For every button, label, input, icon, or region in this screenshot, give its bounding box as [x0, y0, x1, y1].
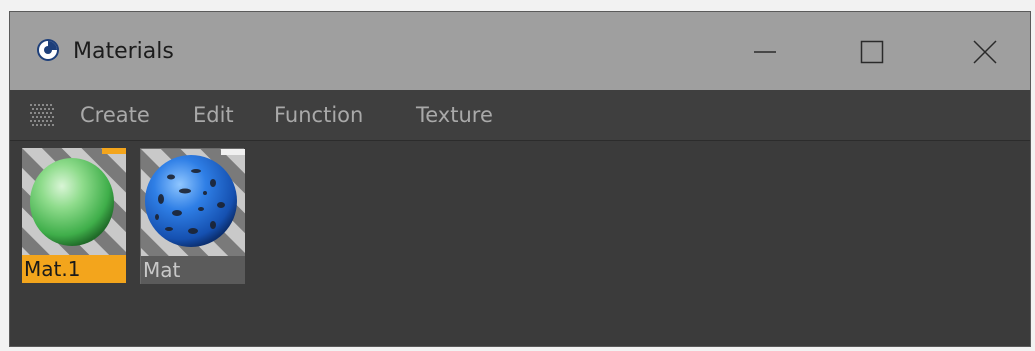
- material-item-mat[interactable]: Mat: [140, 148, 245, 284]
- material-manager-panel[interactable]: Mat.1 Mat: [10, 141, 1030, 346]
- material-item-mat1[interactable]: Mat.1: [22, 148, 126, 284]
- menu-function[interactable]: Function: [274, 102, 363, 128]
- menu-texture[interactable]: Texture: [416, 102, 493, 128]
- title-bar[interactable]: Materials: [10, 12, 1030, 90]
- menu-create[interactable]: Create: [80, 102, 150, 128]
- materials-window: Materials Create Edit Function Texture M…: [9, 11, 1031, 347]
- menu-bar: Create Edit Function Texture: [10, 90, 1030, 141]
- maximize-button[interactable]: [852, 32, 892, 72]
- material-preview-thumbnail: [22, 148, 126, 256]
- maximize-icon: [860, 40, 884, 64]
- minimize-icon: [754, 51, 776, 53]
- window-title: Materials: [73, 39, 174, 64]
- material-name-label: Mat.1: [22, 255, 126, 283]
- close-button[interactable]: [965, 32, 1005, 72]
- minimize-button[interactable]: [745, 32, 785, 72]
- grip-icon[interactable]: [30, 104, 54, 126]
- close-icon: [973, 40, 997, 64]
- cinema4d-icon: [37, 39, 59, 61]
- material-name-label: Mat: [141, 256, 245, 284]
- menu-edit[interactable]: Edit: [193, 102, 234, 128]
- material-preview-thumbnail: [141, 149, 245, 257]
